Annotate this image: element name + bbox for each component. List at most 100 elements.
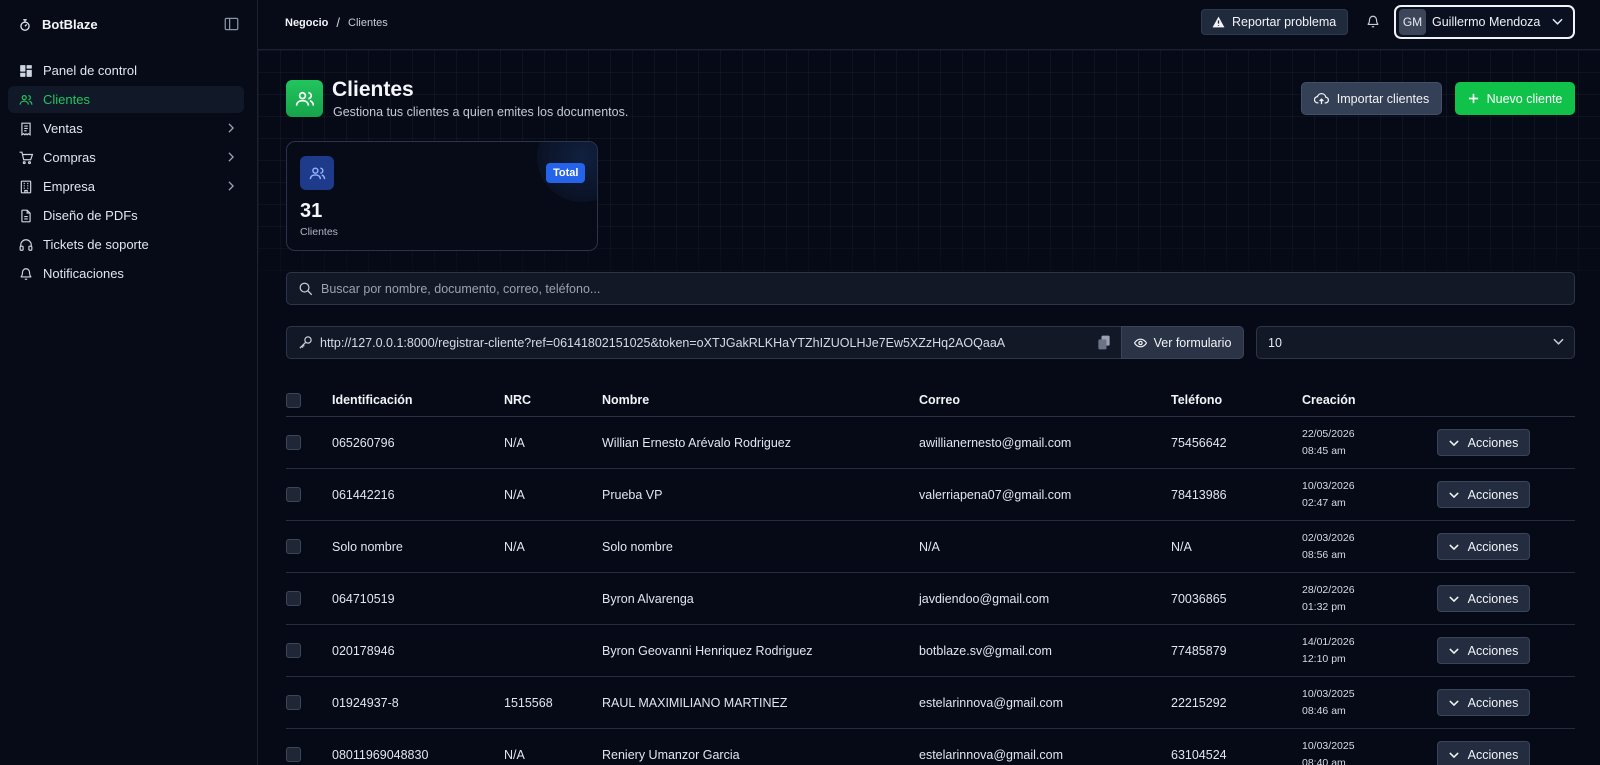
row-checkbox[interactable] — [286, 487, 301, 502]
import-clients-button[interactable]: Importar clientes — [1301, 82, 1442, 115]
cell-identificacion: 064710519 — [332, 591, 395, 606]
cell-nrc: N/A — [504, 487, 525, 502]
copy-icon[interactable] — [1097, 335, 1111, 350]
actions-label: Acciones — [1467, 539, 1519, 554]
creation-date: 28/02/2026 — [1302, 583, 1355, 596]
cell-actions: Acciones — [1437, 573, 1530, 624]
row-checkbox[interactable] — [286, 591, 301, 606]
chevron-down-icon — [1448, 439, 1459, 446]
users-icon — [19, 93, 33, 107]
total-clients-label: Clientes — [300, 226, 338, 238]
column-nrc[interactable]: NRC — [504, 384, 531, 416]
user-menu-button[interactable]: GM Guillermo Mendoza — [1394, 5, 1575, 39]
sidebar-item-tickets-de-soporte[interactable]: Tickets de soporte — [8, 231, 244, 258]
column-telefono[interactable]: Teléfono — [1171, 384, 1222, 416]
creation-date: 14/01/2026 — [1302, 635, 1355, 648]
row-checkbox[interactable] — [286, 695, 301, 710]
sidebar-item-label: Diseño de PDFs — [43, 208, 138, 223]
sidebar-item-ventas[interactable]: Ventas — [8, 115, 244, 142]
sidebar-item-diseno-de-pdfs[interactable]: Diseño de PDFs — [8, 202, 244, 229]
actions-label: Acciones — [1467, 591, 1519, 606]
cell-identificacion: Solo nombre — [332, 539, 403, 554]
cell-actions: Acciones — [1437, 677, 1530, 728]
creation-time: 08:56 am — [1302, 548, 1346, 561]
table-row: Solo nombre N/A Solo nombre N/A N/A 02/03/202… — [286, 521, 1575, 573]
cell-nrc: N/A — [504, 539, 525, 554]
cell-nombre: Prueba VP — [602, 487, 663, 502]
select-all-checkbox[interactable] — [286, 392, 301, 408]
cell-telefono: 63104524 — [1171, 747, 1227, 762]
sidebar-item-clientes[interactable]: Clientes — [8, 86, 244, 113]
sidebar-item-notificaciones[interactable]: Notificaciones — [8, 260, 244, 287]
column-creacion[interactable]: Creación — [1302, 384, 1356, 416]
table-row: 064710519 Byron Alvarenga javdiendoo@gmail… — [286, 573, 1575, 625]
row-checkbox[interactable] — [286, 539, 301, 554]
sidebar-toggle-icon[interactable] — [224, 17, 239, 31]
cell-identificacion: 065260796 — [332, 435, 395, 450]
sidebar-item-label: Panel de control — [43, 63, 137, 78]
row-checkbox[interactable] — [286, 747, 301, 762]
breadcrumb-item-clientes: Clientes — [348, 16, 388, 29]
registration-url[interactable]: http://127.0.0.1:8000/registrar-cliente?… — [320, 336, 1005, 350]
creation-date: 10/03/2026 — [1302, 479, 1355, 492]
actions-label: Acciones — [1467, 747, 1519, 762]
sidebar-item-empresa[interactable]: Empresa — [8, 173, 244, 200]
per-page-select[interactable]: 10 — [1256, 326, 1575, 359]
users-icon — [300, 156, 334, 190]
sidebar-item-panel-de-control[interactable]: Panel de control — [8, 57, 244, 84]
search-input[interactable] — [321, 281, 1521, 296]
total-clients-value: 31 — [300, 200, 323, 222]
row-checkbox[interactable] — [286, 435, 301, 450]
row-checkbox-cell — [286, 677, 301, 728]
cell-nombre: Byron Geovanni Henriquez Rodriguez — [602, 643, 813, 658]
brand[interactable]: BotBlaze — [18, 17, 98, 32]
row-checkbox[interactable] — [286, 643, 301, 658]
row-checkbox-cell — [286, 417, 301, 468]
column-correo[interactable]: Correo — [919, 384, 960, 416]
cell-telefono: 75456642 — [1171, 435, 1227, 450]
view-form-button[interactable]: Ver formulario — [1121, 326, 1244, 359]
cell-creacion: 28/02/2026 01:32 pm — [1302, 573, 1355, 624]
table-row: 08011969048830 N/A Reniery Umanzor Garcia e… — [286, 729, 1575, 765]
creation-date: 22/05/2026 — [1302, 427, 1355, 440]
select-all-checkbox-cell — [286, 384, 301, 416]
row-checkbox-cell — [286, 625, 301, 676]
column-nombre[interactable]: Nombre — [602, 384, 649, 416]
cell-telefono: 70036865 — [1171, 591, 1227, 606]
creation-time: 08:40 am — [1302, 756, 1346, 765]
cell-identificacion: 08011969048830 — [332, 747, 429, 762]
report-problem-button[interactable]: Reportar problema — [1201, 9, 1349, 35]
cell-correo: botblaze.sv@gmail.com — [919, 643, 1052, 658]
actions-label: Acciones — [1467, 435, 1519, 450]
notifications-bell-icon[interactable] — [1366, 14, 1380, 29]
actions-button[interactable]: Acciones — [1437, 741, 1530, 765]
registration-link-field: http://127.0.0.1:8000/registrar-cliente?… — [286, 326, 1244, 359]
bell-icon — [19, 267, 33, 281]
total-clients-card: Total 31 Clientes — [286, 141, 598, 251]
actions-button[interactable]: Acciones — [1437, 585, 1530, 612]
breadcrumb-item-negocio[interactable]: Negocio — [285, 17, 328, 29]
sidebar-item-compras[interactable]: Compras — [8, 144, 244, 171]
cell-actions: Acciones — [1437, 469, 1530, 520]
page-subtitle: Gestiona tus clientes a quien emites los… — [333, 105, 629, 119]
per-page-value: 10 — [1268, 335, 1282, 350]
cell-actions: Acciones — [1437, 625, 1530, 676]
actions-button[interactable]: Acciones — [1437, 637, 1530, 664]
cell-correo: javdiendoo@gmail.com — [919, 591, 1050, 606]
actions-button[interactable]: Acciones — [1437, 429, 1530, 456]
chevron-down-icon — [1448, 751, 1459, 758]
cell-creacion: 10/03/2025 08:46 am — [1302, 677, 1355, 728]
new-client-button[interactable]: Nuevo cliente — [1455, 82, 1575, 115]
actions-button[interactable]: Acciones — [1437, 533, 1530, 560]
top-bar: Negocio / Clientes Reportar problema GM … — [258, 0, 1600, 50]
column-identificacion[interactable]: Identificación — [332, 384, 413, 416]
creation-time: 02:47 am — [1302, 496, 1346, 509]
chevron-right-icon — [228, 152, 234, 162]
cell-correo: estelarinnova@gmail.com — [919, 747, 1064, 762]
actions-button[interactable]: Acciones — [1437, 689, 1530, 716]
actions-button[interactable]: Acciones — [1437, 481, 1530, 508]
eye-icon — [1133, 338, 1147, 348]
chevron-down-icon — [1552, 18, 1563, 25]
warning-icon — [1212, 16, 1225, 28]
creation-time: 08:46 am — [1302, 704, 1346, 717]
